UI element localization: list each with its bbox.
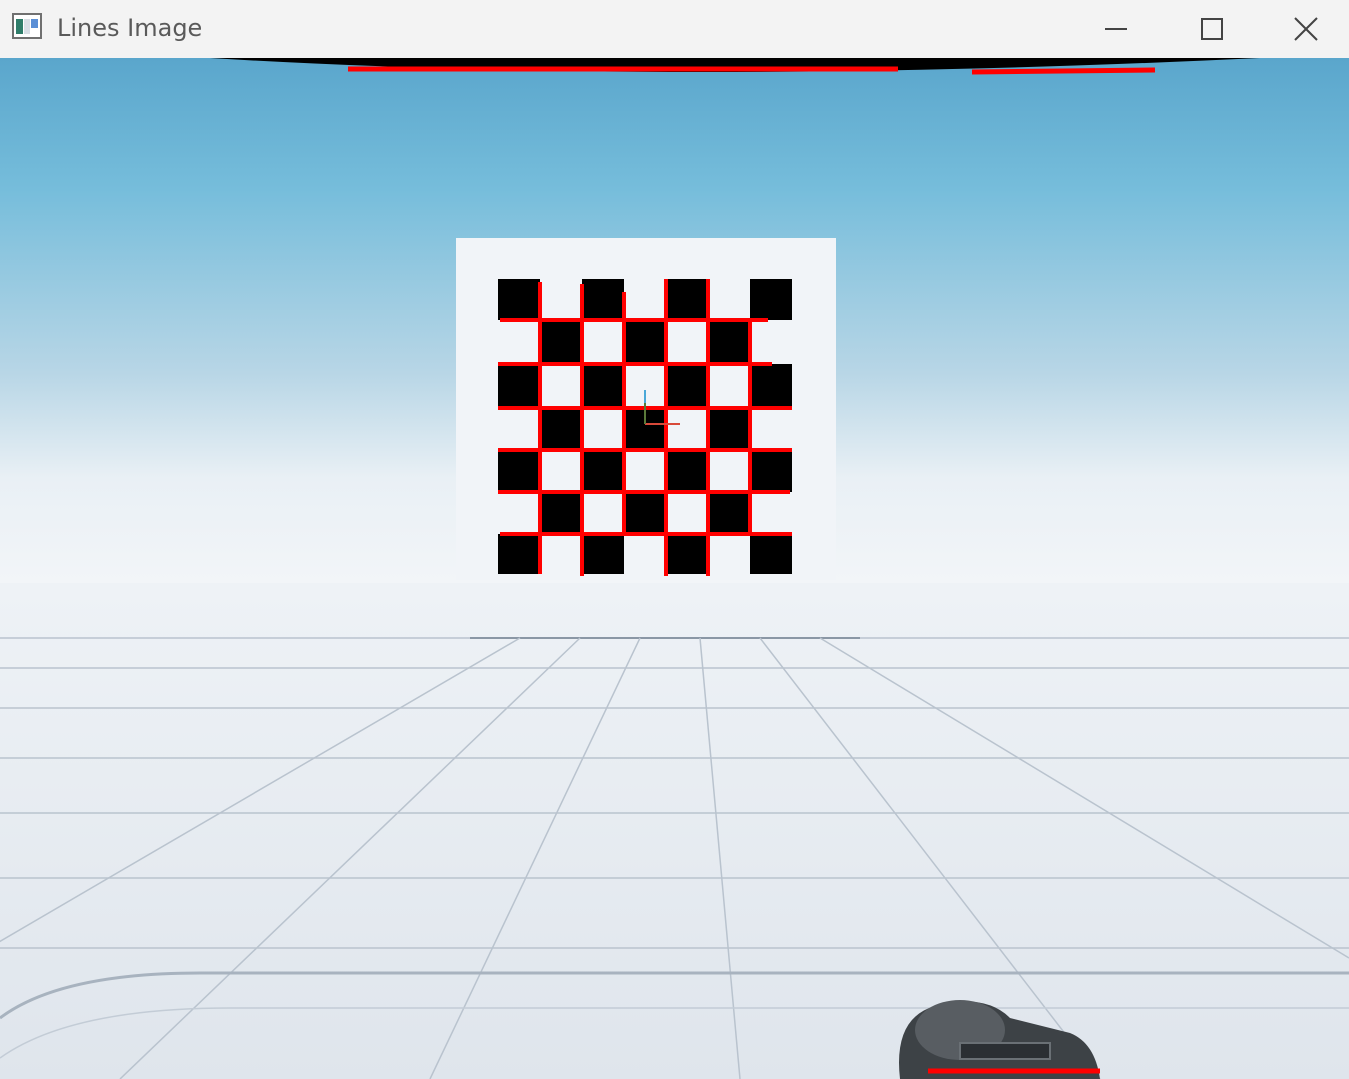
maximize-icon xyxy=(1201,18,1223,40)
image-viewport xyxy=(0,58,1349,1079)
minimize-icon xyxy=(1105,28,1127,30)
checker-squares xyxy=(498,279,792,574)
scene-render xyxy=(0,58,1349,1079)
title-bar[interactable]: Lines Image xyxy=(0,0,1349,59)
floor-plane xyxy=(0,583,1349,1079)
app-window-icon xyxy=(12,13,42,39)
close-icon xyxy=(1293,17,1318,41)
lines-image-window: Lines Image xyxy=(0,0,1349,1079)
window-title: Lines Image xyxy=(57,14,203,42)
maximize-button[interactable] xyxy=(1164,0,1260,58)
close-button[interactable] xyxy=(1262,0,1349,58)
minimize-button[interactable] xyxy=(1068,0,1164,58)
